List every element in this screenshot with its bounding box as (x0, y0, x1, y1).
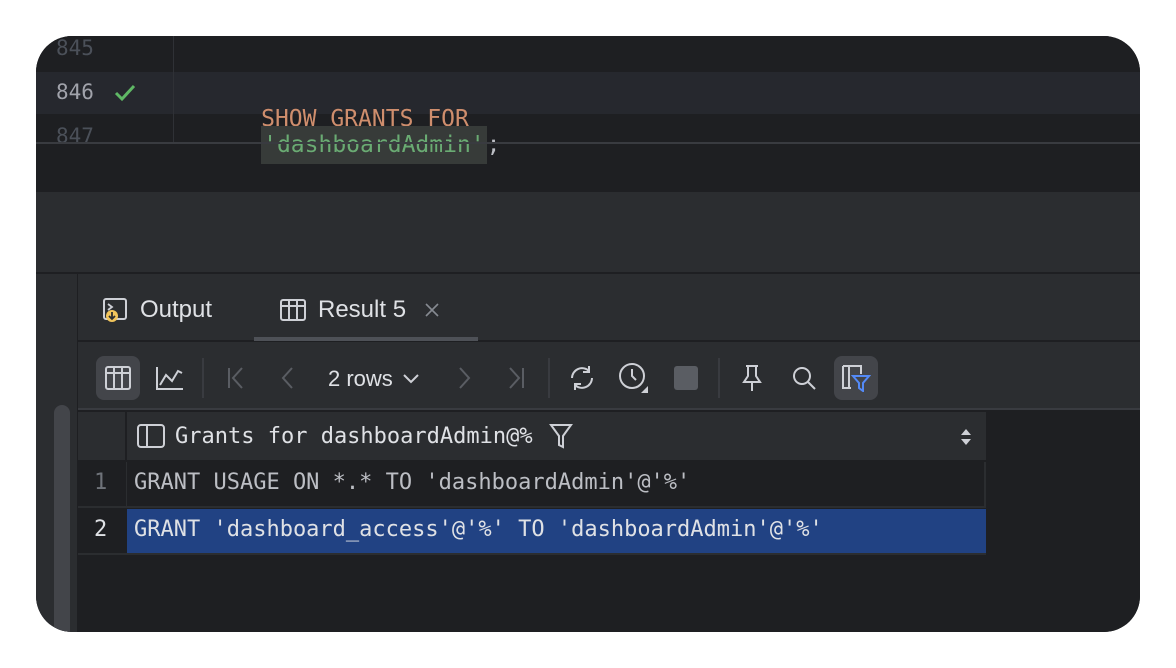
row-number: 1 (94, 470, 108, 495)
line-number: 847 (56, 124, 94, 148)
grant-cell[interactable]: GRANT 'dashboard_access'@'%' TO 'dashboa… (134, 517, 823, 542)
results-grid: Grants for dashboardAdmin@% 1 GRANT USAG… (78, 412, 1140, 632)
code-line[interactable]: SHOW GRANTS FOR 'dashboardAdmin'; (178, 80, 501, 184)
table-row-selected[interactable]: 2 GRANT 'dashboard_access'@'%' TO 'dashb… (78, 509, 986, 555)
toolbar-separator (718, 358, 720, 398)
column-icon (137, 424, 165, 448)
gutter-divider (173, 36, 174, 143)
tab-label: Result 5 (318, 296, 407, 323)
chart-view-button[interactable] (148, 356, 192, 400)
toolbar-separator (202, 358, 204, 398)
refresh-button[interactable] (560, 356, 604, 400)
editor-bottom-area (36, 192, 1140, 272)
sort-icon[interactable] (960, 428, 972, 446)
table-view-button[interactable] (96, 356, 140, 400)
tab-result-5[interactable]: Result 5 (280, 294, 440, 326)
table-row[interactable]: 1 GRANT USAGE ON *.* TO 'dashboardAdmin'… (78, 462, 986, 508)
rows-count-label: 2 rows (328, 366, 393, 391)
console-output-icon (102, 296, 130, 324)
sql-string: 'dashboardAdmin' (261, 126, 487, 164)
tab-label: Output (140, 296, 213, 323)
previous-page-button[interactable] (266, 356, 310, 400)
next-page-button[interactable] (442, 356, 486, 400)
table-icon (280, 299, 306, 321)
tab-output[interactable]: Output (102, 294, 212, 326)
filter-columns-button[interactable] (834, 356, 878, 400)
stop-button[interactable] (664, 356, 708, 400)
column-header-label: Grants for dashboardAdmin@% (175, 423, 533, 449)
column-header[interactable]: Grants for dashboardAdmin@% (127, 412, 986, 460)
stop-icon (674, 366, 698, 390)
editor-border (36, 142, 1140, 144)
close-icon[interactable] (424, 302, 440, 318)
search-button[interactable] (782, 356, 826, 400)
line-number: 846 (56, 80, 94, 104)
code-editor[interactable]: 845 846 847 SHOW GRANTS FOR 'dashboardAd… (36, 36, 1140, 164)
panel-tabs: Output Result 5 (78, 274, 1140, 342)
last-page-button[interactable] (494, 356, 538, 400)
row-number-header (78, 412, 126, 460)
rows-count-dropdown[interactable]: 2 rows (328, 364, 419, 394)
check-icon (112, 80, 138, 106)
chevron-down-icon (403, 374, 419, 384)
selected-tab-indicator (254, 337, 478, 341)
sql-semicolon: ; (486, 132, 501, 158)
filter-icon[interactable] (548, 423, 573, 449)
line-number: 845 (56, 36, 94, 60)
row-number: 2 (94, 517, 108, 542)
ide-window: 845 846 847 SHOW GRANTS FOR 'dashboardAd… (36, 36, 1140, 632)
scrollbar[interactable] (54, 405, 70, 632)
first-page-button[interactable] (214, 356, 258, 400)
history-button[interactable] (612, 356, 656, 400)
toolbar-separator (548, 358, 550, 398)
grant-cell[interactable]: GRANT USAGE ON *.* TO 'dashboardAdmin'@'… (134, 470, 690, 495)
pin-button[interactable] (730, 356, 774, 400)
